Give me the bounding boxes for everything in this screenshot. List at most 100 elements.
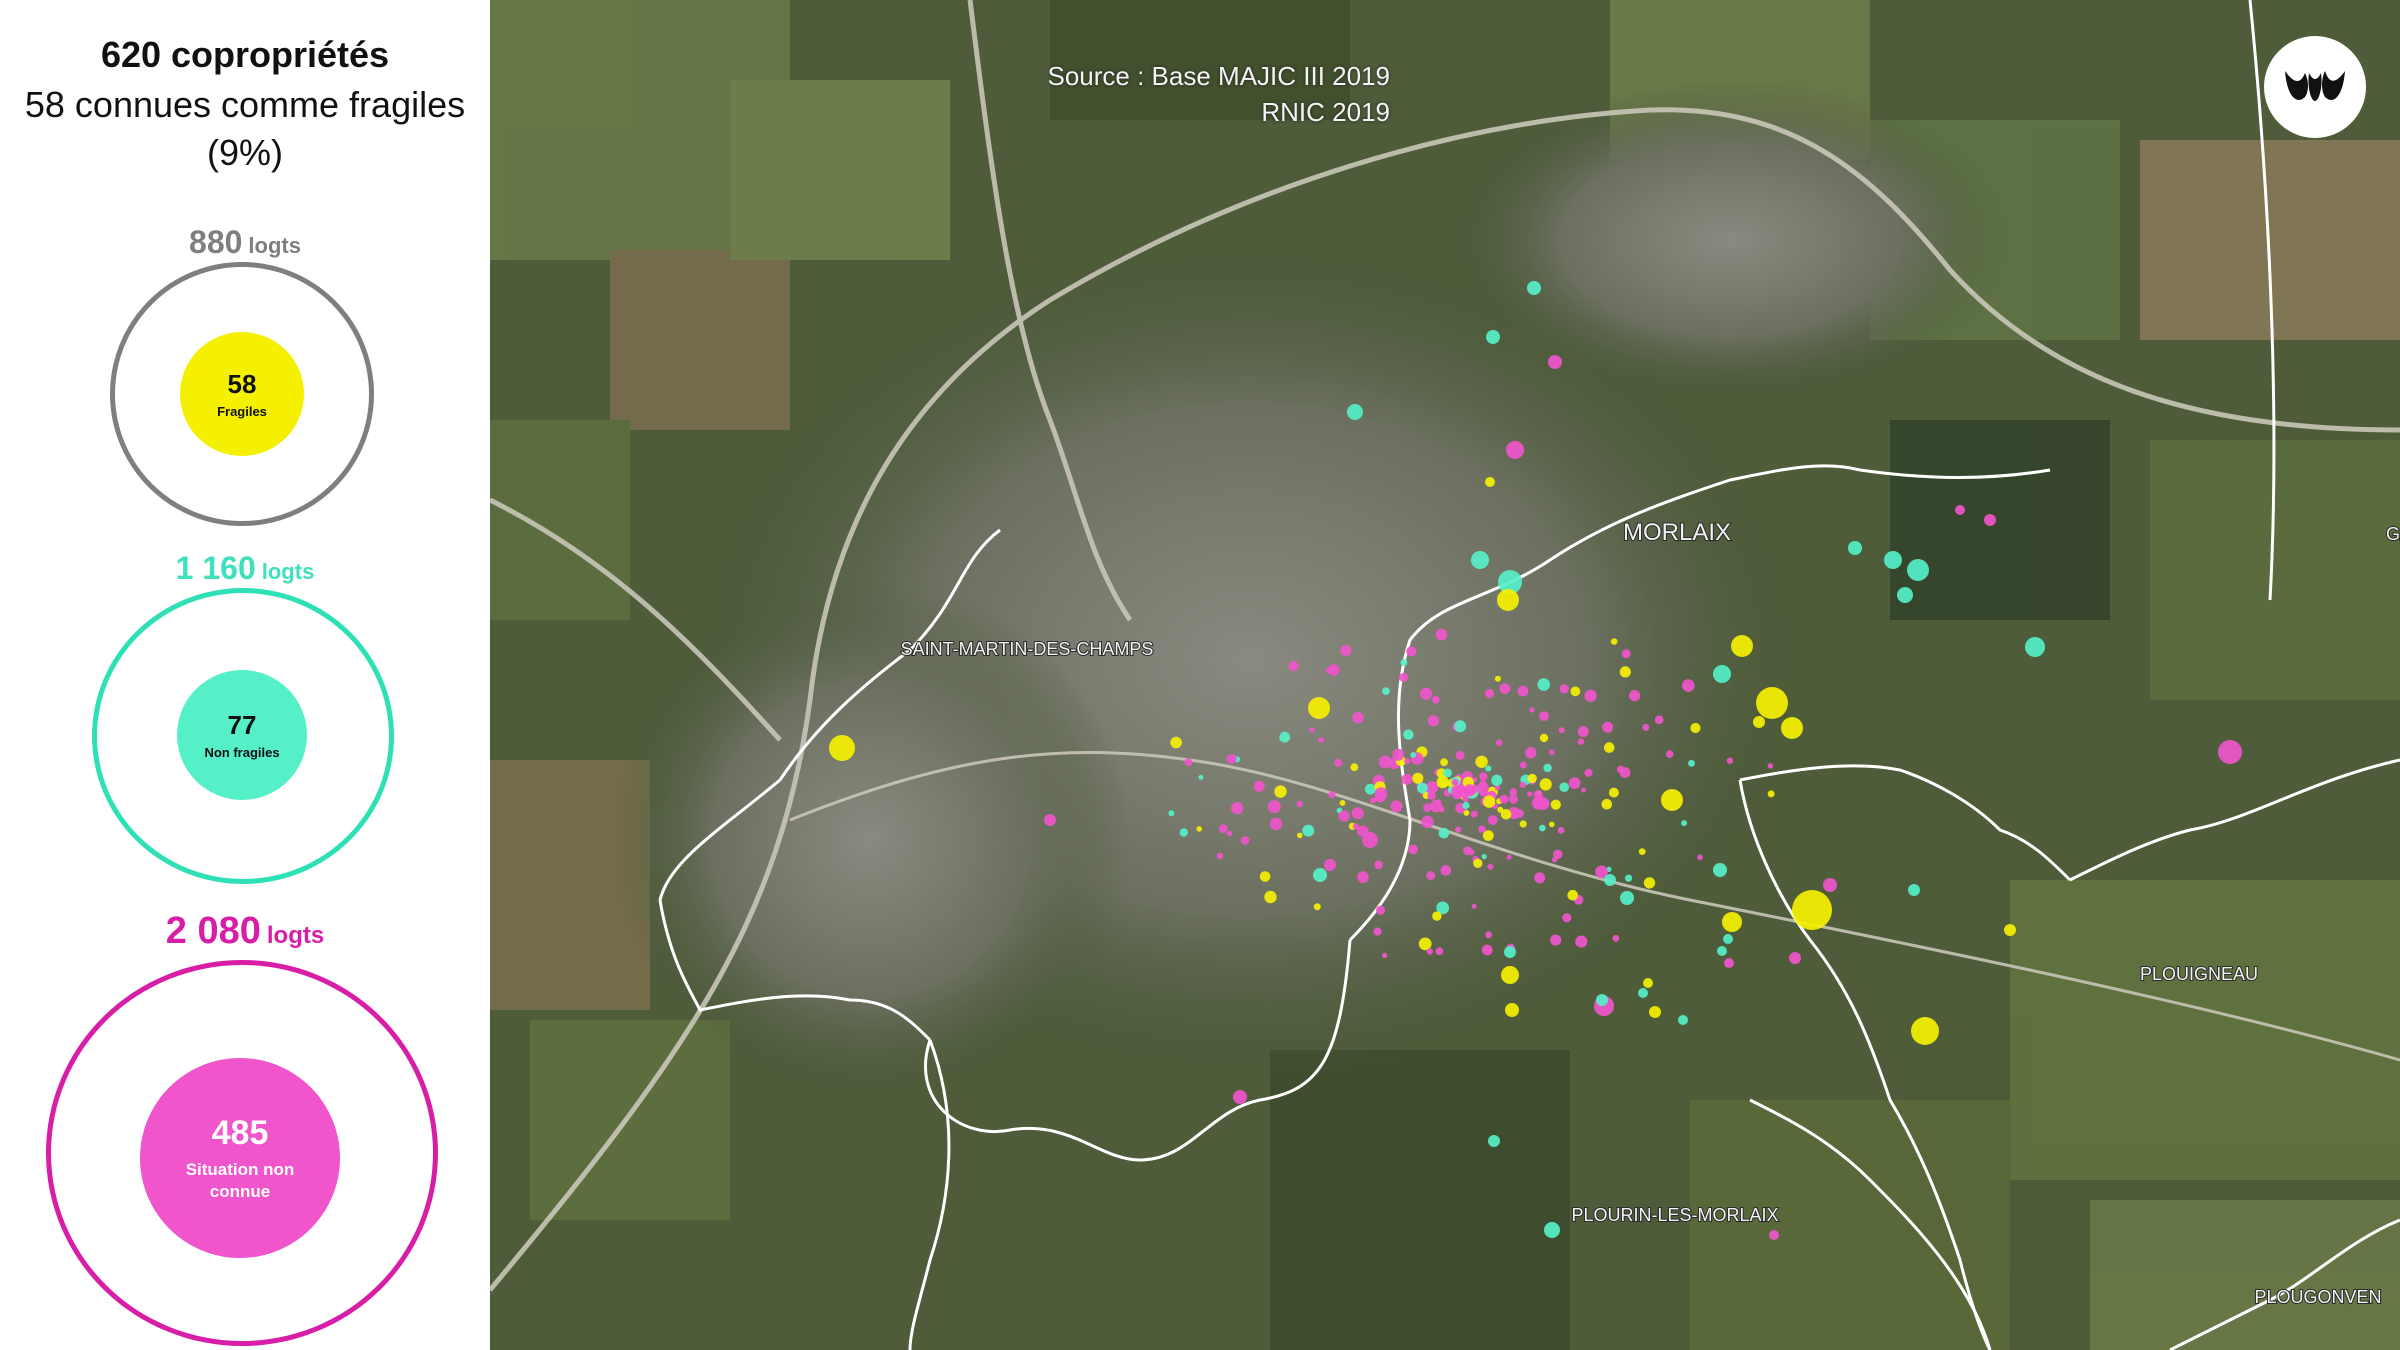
copro-point — [1473, 858, 1483, 868]
copro-point — [1584, 768, 1593, 778]
copro-point-large — [829, 735, 855, 761]
copro-point-large — [1769, 1230, 1779, 1240]
copro-point-large — [1504, 946, 1516, 958]
copro-point — [1551, 856, 1558, 863]
copro-point — [1378, 755, 1392, 769]
copro-point — [1537, 678, 1550, 691]
copro-point — [1390, 800, 1403, 813]
copro-point — [1481, 854, 1487, 860]
copro-point — [1269, 817, 1283, 831]
fragile-subtitle: 58 connues comme fragiles — [24, 84, 466, 125]
logements-unit: logts — [261, 559, 315, 584]
copro-point — [1697, 854, 1703, 861]
copro-point — [1296, 800, 1303, 808]
copro-point — [1557, 826, 1565, 834]
copro-point — [1373, 927, 1382, 936]
data-source-note: Source : Base MAJIC III 2019 RNIC 2019 — [1048, 58, 1391, 130]
copro-point — [1688, 759, 1695, 767]
non-fragiles-label: Non fragiles — [204, 745, 280, 760]
copro-point-large — [1313, 868, 1327, 882]
copro-point — [1440, 758, 1448, 767]
copro-point — [1690, 722, 1701, 734]
copro-point — [1318, 737, 1324, 743]
copro-point — [1577, 726, 1589, 738]
copro-point-large — [1596, 994, 1608, 1006]
copro-point — [1334, 758, 1343, 768]
copro-point-large — [1908, 884, 1920, 896]
copro-point — [1427, 715, 1439, 727]
copro-point — [1431, 695, 1440, 704]
copro-point-large — [1848, 541, 1862, 555]
copro-point-large — [1753, 716, 1765, 728]
copro-point-large — [1911, 1017, 1939, 1045]
place-label-garlan: GA — [2386, 524, 2400, 544]
copro-point — [1421, 815, 1434, 829]
copro-point-large — [1884, 551, 1902, 569]
copro-point — [1370, 797, 1377, 804]
copro-point — [1681, 820, 1688, 827]
copro-point — [1471, 903, 1477, 909]
copro-point — [1374, 860, 1383, 870]
copro-point — [1654, 715, 1664, 725]
copro-point — [1231, 801, 1244, 815]
satellite-map[interactable]: MORLAIX SAINT-MARTIN-DES-CHAMPS PLOUIGNE… — [490, 0, 2400, 1350]
copro-point — [1517, 685, 1529, 697]
copro-point — [1601, 798, 1613, 810]
copro-point — [1417, 782, 1428, 794]
copro-point — [1726, 757, 1734, 764]
copro-point — [1218, 824, 1228, 834]
copro-point — [1575, 935, 1588, 948]
copro-point — [1519, 781, 1526, 788]
copro-point — [1470, 810, 1478, 818]
copro-point — [1559, 684, 1569, 694]
copro-point-large — [1548, 355, 1562, 369]
copro-point — [1374, 787, 1388, 800]
logements-unit: logts — [248, 233, 301, 258]
copro-point — [1478, 825, 1486, 833]
copro-point — [1682, 679, 1695, 692]
logements-value: 880 — [189, 224, 243, 260]
copro-point — [1539, 733, 1549, 743]
copro-point-large — [2025, 637, 2045, 657]
copro-point-large — [1756, 687, 1788, 719]
copro-point — [1302, 824, 1315, 837]
copro-point — [1479, 772, 1488, 781]
copro-point-large — [1324, 859, 1336, 871]
logements-unit: logts — [266, 922, 325, 949]
copro-point — [1455, 750, 1465, 760]
copro-point-large — [1347, 404, 1363, 420]
copro-point — [1226, 754, 1237, 764]
copro-point — [1481, 944, 1493, 956]
copro-point-large — [1471, 551, 1489, 569]
copro-point — [1468, 849, 1475, 856]
copro-point — [1549, 749, 1555, 755]
copro-point — [1543, 763, 1552, 773]
total-count-title: 620 copropriétés — [100, 34, 390, 75]
copro-point — [1438, 827, 1450, 839]
copro-point-large — [1781, 717, 1803, 739]
copro-point — [1562, 913, 1572, 923]
copro-point-large — [1907, 559, 1929, 581]
fragiles-label: Fragiles — [217, 404, 267, 419]
copro-point — [1508, 794, 1518, 804]
copro-point-large — [2004, 924, 2016, 936]
copro-point — [1382, 952, 1388, 959]
copro-point-large — [1713, 863, 1727, 877]
copro-point-large — [1723, 934, 1733, 944]
copro-point — [1603, 742, 1615, 753]
copro-point — [1519, 820, 1527, 828]
inconnus-disc: 485 Situation non connue — [140, 1058, 340, 1258]
copro-point — [1499, 794, 1509, 804]
fragiles-count: 58 — [227, 369, 257, 399]
logements-non-fragiles-label: 1 160 logts — [0, 550, 490, 587]
copro-point — [1625, 874, 1633, 882]
copro-point — [1550, 934, 1562, 946]
inconnus-count: 485 — [211, 1113, 269, 1152]
copro-point — [1451, 778, 1459, 786]
copro-point-large — [2218, 740, 2242, 764]
copro-point — [1198, 774, 1204, 780]
copro-point — [1499, 683, 1511, 694]
copro-point — [1539, 824, 1546, 832]
copro-point — [1602, 721, 1614, 733]
copro-point — [1412, 772, 1424, 784]
